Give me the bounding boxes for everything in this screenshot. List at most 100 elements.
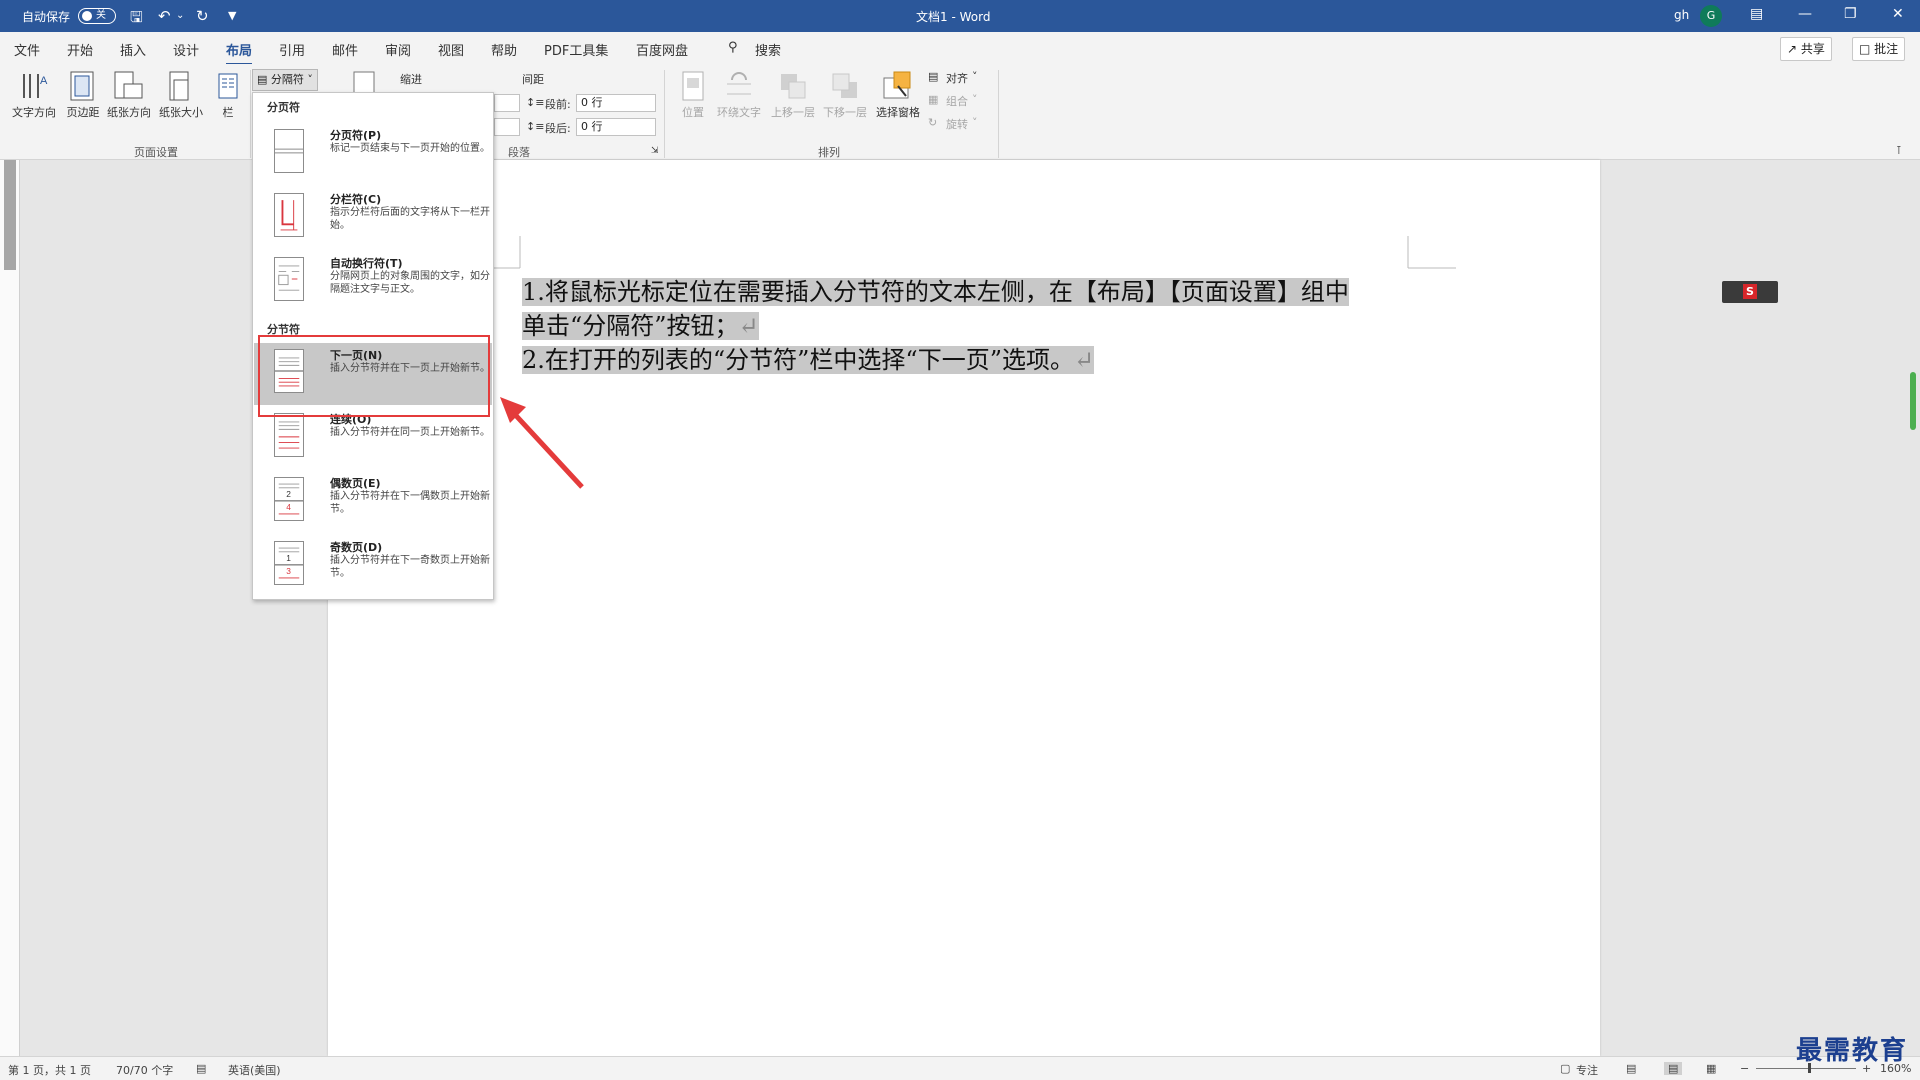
tab-file[interactable]: 文件 [14, 40, 40, 59]
spacing-after-input[interactable]: 0 行 [576, 118, 656, 136]
wrap-text-icon [727, 72, 751, 95]
tab-pdf-tools[interactable]: PDF工具集 [544, 40, 608, 59]
redo-icon[interactable]: ↻ [196, 7, 209, 25]
avatar[interactable]: G [1700, 5, 1722, 27]
bring-forward-button[interactable]: 上移一层 [768, 104, 818, 120]
text-direction-button[interactable]: 文字方向 [10, 104, 58, 120]
selection-pane-icon [883, 71, 911, 99]
size-button[interactable]: 纸张大小 [156, 104, 206, 120]
tab-insert[interactable]: 插入 [120, 40, 146, 59]
even-page-title: 偶数页(E) [330, 477, 381, 490]
print-layout-icon[interactable]: ▤ [1664, 1062, 1683, 1075]
margins-icon [70, 71, 94, 101]
tab-view[interactable]: 视图 [438, 40, 464, 59]
spacing-before-icon: ↕≡ [526, 96, 545, 109]
align-chevron-icon: ˅ [972, 70, 978, 83]
tab-references[interactable]: 引用 [279, 40, 305, 59]
spacing-before-input[interactable]: 0 行 [576, 94, 656, 112]
text-wrapping-break-desc: 分隔网页上的对象周围的文字，如分隔题注文字与正文。 [330, 271, 490, 295]
language[interactable]: 英语(美国) [228, 1062, 281, 1078]
ribbon-display-icon[interactable]: ▤ [1750, 6, 1763, 22]
breaks-button[interactable]: ▤ 分隔符 ˅ [252, 69, 318, 91]
text-wrapping-break-item[interactable]: 自动换行符(T) 分隔网页上的对象周围的文字，如分隔题注文字与正文。 [254, 251, 492, 313]
column-break-icon [274, 193, 304, 237]
search-label[interactable]: 搜索 [755, 40, 781, 59]
indent-left-input[interactable] [494, 94, 520, 112]
restore-icon[interactable]: ❐ [1844, 6, 1857, 22]
orientation-button[interactable]: 纸张方向 [104, 104, 154, 120]
read-mode-icon[interactable]: ▤ [1626, 1062, 1636, 1075]
page-break-title: 分页符(P) [330, 129, 382, 142]
word-count[interactable]: 70/70 个字 [116, 1062, 173, 1078]
document-title: 文档1 - Word [916, 10, 991, 24]
bring-forward-icon [781, 74, 806, 99]
align-button[interactable]: 对齐 [946, 70, 968, 86]
tab-design[interactable]: 设计 [173, 40, 199, 59]
odd-page-item[interactable]: 13 奇数页(D) 插入分节符并在下一奇数页上开始新节。 [254, 535, 492, 597]
text-wrapping-icon [274, 257, 304, 301]
wrap-text-button[interactable]: 环绕文字 [716, 104, 762, 120]
chevron-down-icon: ˅ [303, 73, 313, 86]
group-button[interactable]: 组合 [946, 93, 968, 109]
rotate-chevron-icon: ˅ [972, 116, 978, 129]
save-icon[interactable]: 🖫 [130, 7, 143, 32]
document-line-3[interactable]: 2.在打开的列表的“分节符”栏中选择“下一页”选项。↵ [522, 340, 1095, 375]
page-break-item[interactable]: 分页符(P) 标记一页结束与下一页开始的位置。 [254, 123, 492, 185]
indent-right-input[interactable] [494, 118, 520, 136]
columns-button[interactable]: 栏 [218, 104, 238, 120]
spacing-before-label: 段前: [545, 98, 571, 111]
share-label: 共享 [1800, 42, 1825, 56]
autosave-toggle[interactable]: 关 [78, 8, 116, 24]
status-bar: 第 1 页，共 1 页 70/70 个字 ▤ 英语(美国) ▢ 专注 ▤ ▤ ▦… [0, 1056, 1920, 1080]
tab-review[interactable]: 审阅 [385, 40, 411, 59]
margins-button[interactable]: 页边距 [62, 104, 104, 120]
even-page-item[interactable]: 24 偶数页(E) 插入分节符并在下一偶数页上开始新节。 [254, 471, 492, 533]
tab-layout[interactable]: 布局 [226, 40, 253, 66]
comments-button[interactable]: □ 批注 [1852, 37, 1906, 61]
position-button[interactable]: 位置 [678, 104, 708, 120]
vertical-ruler [0, 160, 20, 1056]
share-button[interactable]: ↗ 共享 [1780, 37, 1832, 61]
close-icon[interactable]: ✕ [1892, 6, 1904, 22]
zoom-out-icon[interactable]: − [1740, 1062, 1749, 1075]
minimize-icon[interactable]: — [1798, 6, 1812, 22]
even-page-icon: 24 [274, 477, 304, 521]
proofing-icon[interactable]: ▤ [196, 1062, 206, 1075]
user-name[interactable]: gh [1674, 8, 1689, 22]
rotate-button[interactable]: 旋转 [946, 116, 968, 132]
svg-text:3: 3 [286, 566, 291, 576]
spacing-label: 间距 [522, 73, 544, 86]
search-icon[interactable]: ⚲ [728, 40, 738, 55]
continuous-desc: 插入分节符并在同一页上开始新节。 [330, 427, 490, 438]
send-backward-button[interactable]: 下移一层 [820, 104, 870, 120]
tab-help[interactable]: 帮助 [491, 40, 517, 59]
ime-toolbar[interactable]: S [1722, 281, 1778, 303]
column-break-item[interactable]: 分栏符(C) 指示分栏符后面的文字将从下一栏开始。 [254, 187, 492, 249]
page-break-desc: 标记一页结束与下一页开始的位置。 [330, 143, 490, 154]
orientation-icon [114, 71, 143, 99]
title-bar: 自动保存 关 🖫 ↶ ⌄ ↻ ▼ 文档1 - Word gh G ▤ — ❐ ✕ [0, 0, 1920, 32]
paragraph-dialog-launcher-icon[interactable]: ⇲ [651, 146, 659, 156]
focus-label[interactable]: 专注 [1576, 1062, 1598, 1078]
undo-icon[interactable]: ↶ [158, 7, 171, 25]
comments-label: 批注 [1874, 42, 1899, 56]
document-line-1[interactable]: 1.将鼠标光标定位在需要插入分节符的文本左侧，在【布局】【页面设置】组中 [522, 272, 1349, 307]
document-line-2[interactable]: 单击“分隔符”按钮；↵ [522, 306, 759, 341]
web-layout-icon[interactable]: ▦ [1706, 1062, 1716, 1075]
tab-baidu-netdisk[interactable]: 百度网盘 [636, 40, 688, 59]
customize-quick-access-icon[interactable]: ▼ [228, 9, 236, 22]
undo-dropdown-icon[interactable]: ⌄ [176, 10, 184, 21]
paragraph-mark: ↵ [738, 312, 759, 340]
doc-text-line-1: 1.将鼠标光标定位在需要插入分节符的文本左侧，在【布局】【页面设置】组中 [522, 278, 1349, 306]
indent-label: 缩进 [400, 73, 422, 86]
focus-icon[interactable]: ▢ [1560, 1062, 1570, 1075]
autosave-state: 关 [96, 10, 106, 21]
tab-home[interactable]: 开始 [67, 40, 93, 59]
collapse-ribbon-icon[interactable]: ⊺ [1896, 144, 1902, 157]
spacing-after-icon: ↕≡ [526, 120, 545, 133]
scrollbar-thumb[interactable] [1910, 372, 1916, 430]
selection-pane-button[interactable]: 选择窗格 [872, 104, 924, 120]
page-count[interactable]: 第 1 页，共 1 页 [8, 1062, 91, 1078]
zoom-slider[interactable] [1756, 1068, 1856, 1069]
tab-mailings[interactable]: 邮件 [332, 40, 358, 59]
